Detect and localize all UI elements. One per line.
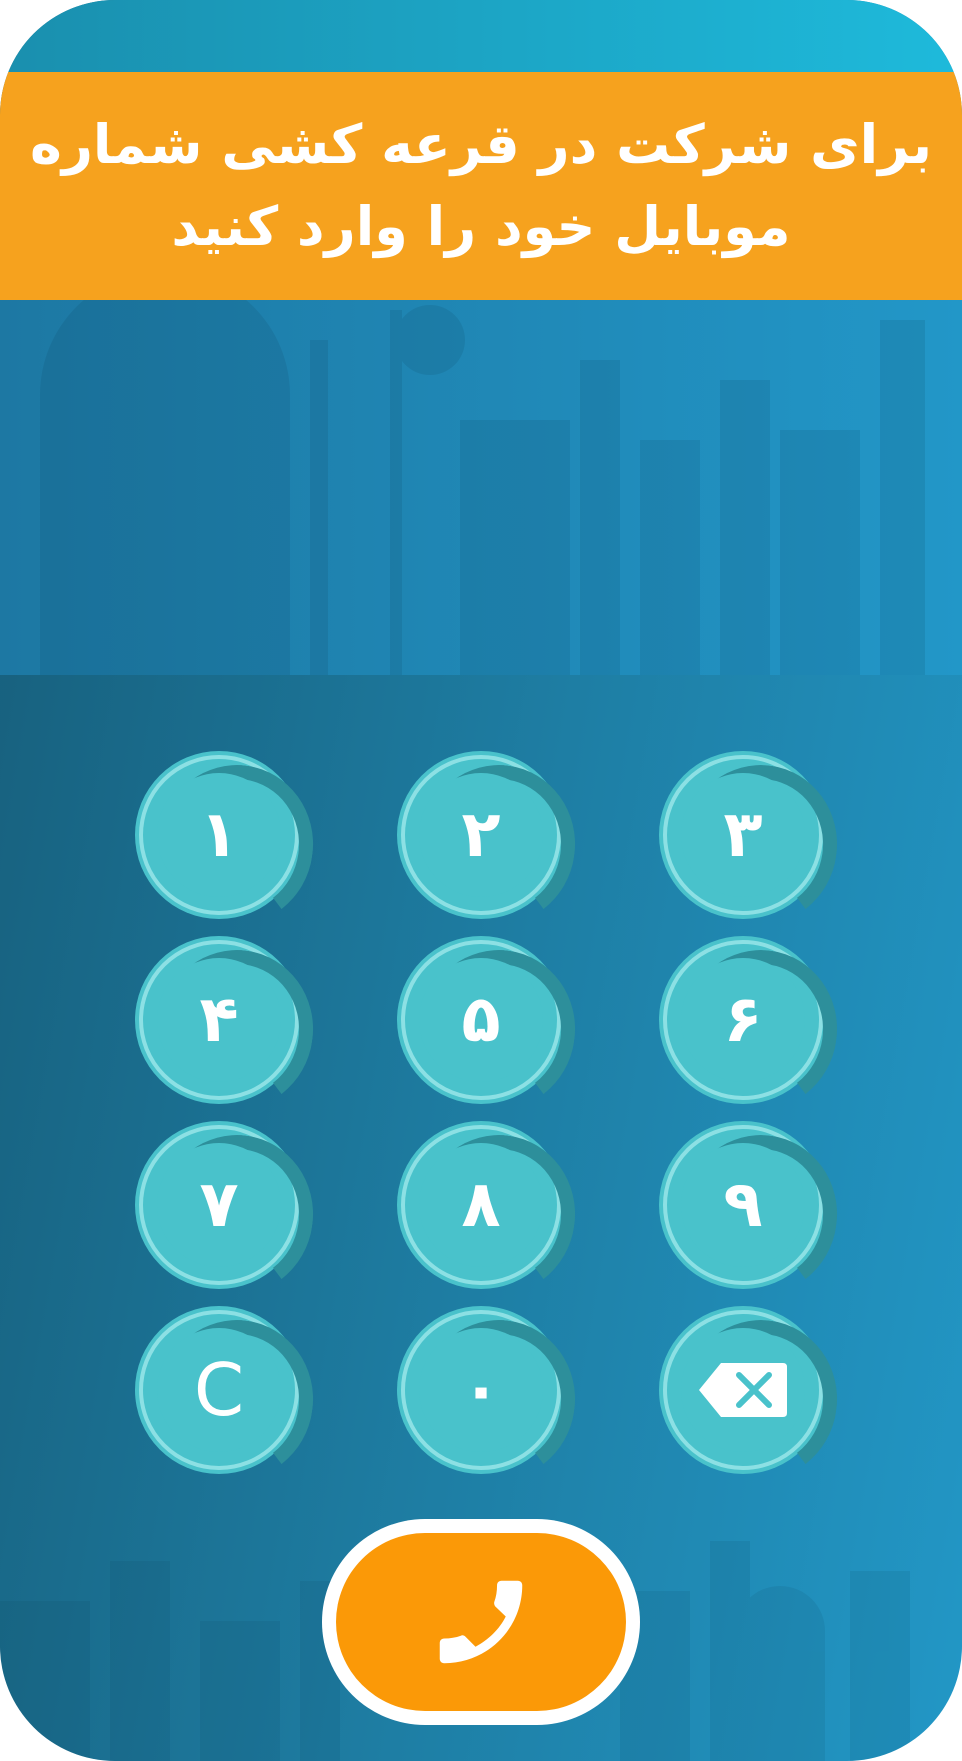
key-5-label: ۵	[461, 983, 501, 1057]
backspace-icon	[699, 1363, 787, 1417]
key-9[interactable]: ۹	[659, 1121, 848, 1305]
key-4-label: ۴	[199, 983, 239, 1057]
key-6[interactable]: ۶	[659, 936, 848, 1120]
key-5[interactable]: ۵	[397, 936, 586, 1120]
key-8[interactable]: ۸	[397, 1121, 586, 1305]
backspace-key[interactable]	[659, 1306, 848, 1490]
key-3-label: ۳	[723, 798, 763, 872]
clear-key-label: C	[193, 1348, 245, 1432]
clear-key[interactable]: C	[135, 1306, 324, 1490]
call-button-fill	[336, 1533, 626, 1711]
key-1-label: ۱	[199, 798, 239, 872]
key-2-label: ۲	[461, 798, 501, 872]
call-button[interactable]	[322, 1519, 640, 1725]
key-0[interactable]: ۰	[397, 1306, 586, 1490]
app-screen: برای شرکت در قرعه کشی شماره موبایل خود ر…	[0, 0, 962, 1761]
key-8-label: ۸	[461, 1168, 501, 1242]
key-1[interactable]: ۱	[135, 751, 324, 935]
key-7-label: ۷	[199, 1168, 239, 1242]
keypad: ۱ ۲ ۳ ۴ ۵ ۶ ۷ ۸ ۹ C ۰	[0, 0, 962, 1761]
key-6-label: ۶	[723, 983, 763, 1057]
key-4[interactable]: ۴	[135, 936, 324, 1120]
phone-icon	[439, 1580, 523, 1664]
key-7[interactable]: ۷	[135, 1121, 324, 1305]
key-2[interactable]: ۲	[397, 751, 586, 935]
key-3[interactable]: ۳	[659, 751, 848, 935]
key-9-label: ۹	[723, 1168, 763, 1242]
key-0-label: ۰	[461, 1353, 501, 1427]
